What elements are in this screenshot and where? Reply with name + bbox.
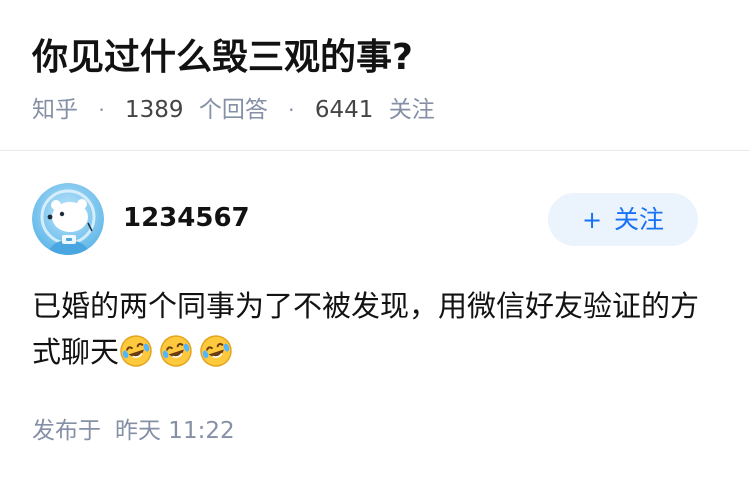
follow-button-label: 关注 xyxy=(614,205,665,234)
plus-icon: + xyxy=(581,206,603,234)
answer-count: 1389 xyxy=(124,96,184,123)
laughing-tears-emoji-icon xyxy=(120,335,152,367)
author-name[interactable]: 1234567 xyxy=(123,200,250,236)
answer-count-label: 个回答 xyxy=(198,96,268,123)
post-time: 发布于 昨天 11:22 xyxy=(32,415,235,447)
follow-button[interactable]: + 关注 xyxy=(548,193,698,246)
avatar[interactable] xyxy=(32,183,104,255)
laughing-tears-emoji-icon xyxy=(200,335,232,367)
emoji-group xyxy=(119,335,239,369)
meta-separator: · xyxy=(288,97,295,122)
laughing-tears-emoji-icon xyxy=(160,335,192,367)
meta-separator: · xyxy=(98,97,105,122)
posted-label: 发布于 xyxy=(32,418,101,444)
question-meta: 知乎 · 1389 个回答 · 6441 关注 xyxy=(32,93,435,126)
answer-content: 已婚的两个同事为了不被发现，用微信好友验证的方式聊天 xyxy=(32,283,722,375)
follower-count: 6441 xyxy=(314,96,374,123)
source-label[interactable]: 知乎 xyxy=(32,94,78,126)
question-header: 你见过什么毁三观的事? 知乎 · 1389 个回答 · 6441 关注 xyxy=(0,0,750,151)
polar-bear-avatar-icon xyxy=(32,183,104,255)
posted-time: 昨天 11:22 xyxy=(115,418,235,444)
question-title[interactable]: 你见过什么毁三观的事? xyxy=(32,34,413,82)
follower-count-label: 关注 xyxy=(388,96,435,123)
